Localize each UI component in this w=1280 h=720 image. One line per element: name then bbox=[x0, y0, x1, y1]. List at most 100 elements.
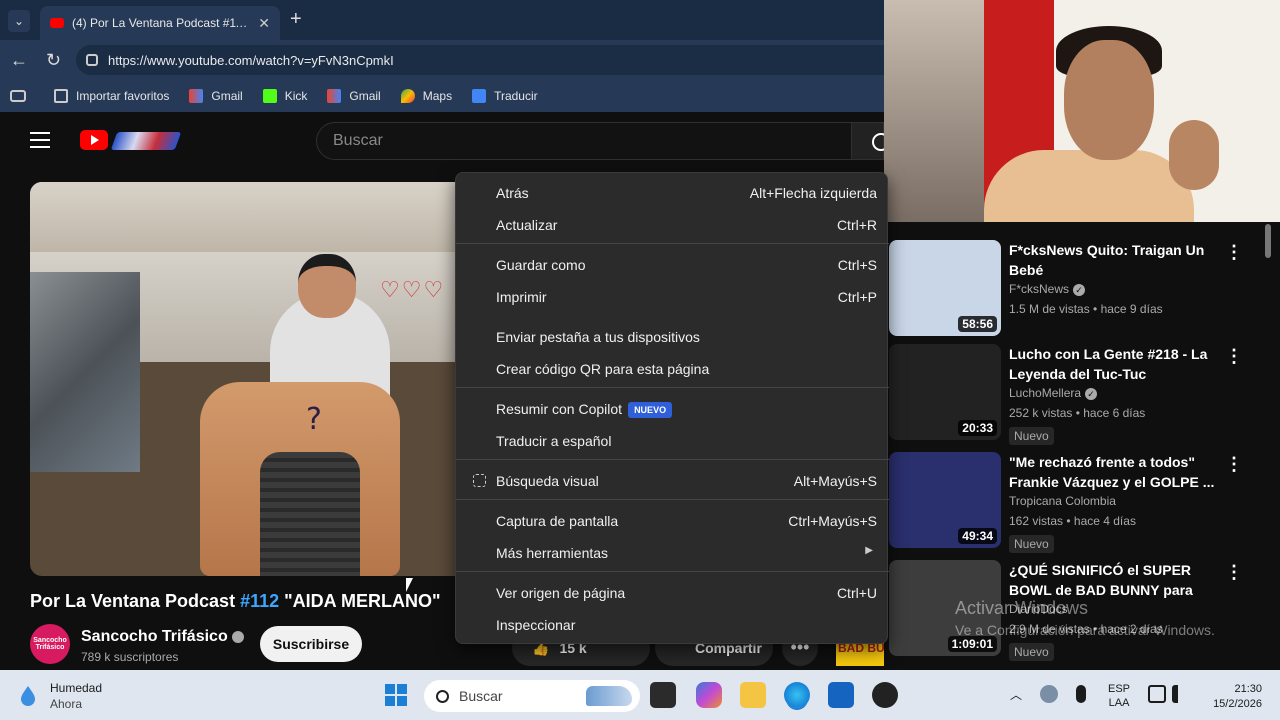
recommendation-item[interactable]: 58:56 F*cksNews Quito: Traigan Un Bebé F… bbox=[889, 240, 1269, 344]
bookmarks-menu-icon[interactable] bbox=[10, 90, 34, 102]
new-badge: NUEVO bbox=[628, 402, 673, 418]
windows-activation-hint: Ve a Configuración para activar Windows. bbox=[955, 622, 1215, 638]
menu-item-reload[interactable]: Actualizar Ctrl+R bbox=[456, 209, 889, 241]
bookmark-translate[interactable]: Traducir bbox=[472, 89, 538, 103]
recommendation-title[interactable]: ¿QUÉ SIGNIFICÓ el SUPER BOWL de BAD BUNN… bbox=[1009, 560, 1219, 600]
recommendation-title[interactable]: F*cksNews Quito: Traigan Un Bebé bbox=[1009, 240, 1219, 280]
taskbar-search-input[interactable]: Buscar bbox=[424, 680, 640, 712]
search-icon[interactable] bbox=[851, 122, 890, 160]
bookmark-import-favorites[interactable]: Importar favoritos bbox=[54, 89, 169, 103]
recommendation-item[interactable]: 20:33 Lucho con La Gente #218 - La Leyen… bbox=[889, 344, 1269, 448]
menu-item-translate[interactable]: Traducir a español bbox=[456, 425, 889, 457]
video-duration: 20:33 bbox=[958, 420, 997, 436]
volume-icon[interactable] bbox=[1172, 685, 1184, 703]
kebab-menu-icon[interactable]: ⋮ bbox=[1225, 346, 1243, 367]
new-badge: Nuevo bbox=[1009, 535, 1054, 553]
menu-item-view-source[interactable]: Ver origen de página Ctrl+U bbox=[456, 577, 889, 609]
youtube-doodle-logo[interactable] bbox=[110, 132, 182, 150]
tab-title: (4) Por La Ventana Podcast #112 "AIDA ME… bbox=[72, 16, 252, 30]
recommendation-item[interactable]: 49:34 "Me rechazó frente a todos" Franki… bbox=[889, 452, 1269, 556]
kebab-menu-icon[interactable]: ⋮ bbox=[1225, 454, 1243, 475]
address-bar-row: ← ↻ https://www.youtube.com/watch?v=yFvN… bbox=[0, 40, 884, 80]
menu-divider bbox=[456, 459, 889, 460]
bookmark-maps[interactable]: Maps bbox=[400, 89, 452, 103]
recommendation-channel[interactable]: F*cksNews ✓ bbox=[1009, 282, 1086, 296]
menu-item-save-as[interactable]: Guardar como Ctrl+S bbox=[456, 249, 889, 281]
file-explorer-icon[interactable] bbox=[740, 682, 766, 708]
menu-divider bbox=[456, 243, 889, 244]
recommendation-meta: 252 k vistas • hace 6 días bbox=[1009, 406, 1146, 420]
video-thumbnail[interactable]: 58:56 bbox=[889, 240, 1001, 336]
url-text: https://www.youtube.com/watch?v=yFvN3nCp… bbox=[108, 52, 394, 68]
menu-item-visual-search[interactable]: Búsqueda visual Alt+Mayús+S bbox=[456, 465, 889, 497]
windows-activation-watermark: Activar Windows bbox=[955, 598, 1089, 618]
channel-subscriber-count: 789 k suscriptores bbox=[81, 650, 179, 664]
bookmark-gmail[interactable]: Gmail bbox=[189, 89, 243, 103]
menu-item-back[interactable]: Atrás Alt+Flecha izquierda bbox=[456, 177, 889, 209]
back-arrow-icon[interactable]: ← bbox=[10, 50, 28, 71]
video-player[interactable]: ? ♡♡♡ bbox=[30, 182, 455, 576]
tab-close-icon[interactable]: ✕ bbox=[258, 15, 270, 32]
bookmark-kick[interactable]: Kick bbox=[262, 89, 307, 103]
youtube-logo-icon[interactable] bbox=[80, 130, 108, 150]
search-icon bbox=[436, 689, 449, 703]
input-language-indicator[interactable]: ESP LAA bbox=[1108, 682, 1130, 710]
webcam-overlay bbox=[884, 0, 1280, 222]
edge-browser-icon[interactable] bbox=[784, 682, 810, 708]
weather-label[interactable]: Humedad bbox=[50, 681, 102, 695]
reload-icon[interactable]: ↻ bbox=[46, 50, 61, 71]
folder-icon bbox=[54, 89, 68, 103]
copilot-icon[interactable] bbox=[696, 682, 722, 708]
recommendation-channel[interactable]: Tropicana Colombia bbox=[1009, 494, 1116, 508]
menu-item-print[interactable]: Imprimir Ctrl+P bbox=[456, 281, 889, 313]
video-thumbnail[interactable]: 20:33 bbox=[889, 344, 1001, 440]
browser-tab-active[interactable]: (4) Por La Ventana Podcast #112 "AIDA ME… bbox=[40, 6, 280, 40]
humidity-drop-icon[interactable] bbox=[16, 684, 40, 708]
task-view-icon[interactable] bbox=[650, 682, 676, 708]
menu-item-copilot-summary[interactable]: Resumir con Copilot NUEVO bbox=[456, 393, 889, 425]
microphone-icon[interactable] bbox=[1076, 685, 1086, 703]
menu-item-screenshot[interactable]: Captura de pantalla Ctrl+Mayús+S bbox=[456, 505, 889, 537]
menu-item-qr-code[interactable]: Crear código QR para esta página bbox=[456, 353, 889, 385]
kebab-menu-icon[interactable]: ⋮ bbox=[1225, 242, 1243, 263]
app-icon-with-notification[interactable] bbox=[872, 682, 898, 708]
menu-item-send-tab[interactable]: Enviar pestaña a tus dispositivos bbox=[456, 321, 889, 353]
windows-start-icon[interactable] bbox=[385, 684, 407, 706]
subscribe-button[interactable]: Suscribirse bbox=[260, 626, 362, 662]
tab-list-chevron-icon[interactable]: ⌄ bbox=[8, 10, 30, 32]
menu-item-inspect[interactable]: Inspeccionar bbox=[456, 609, 889, 641]
video-duration: 1:09:01 bbox=[947, 636, 997, 652]
menu-item-more-tools[interactable]: Más herramientas ▶ bbox=[456, 537, 889, 569]
verified-icon: ✓ bbox=[1073, 283, 1086, 296]
video-duration: 58:56 bbox=[958, 316, 997, 332]
network-status-icon[interactable] bbox=[1040, 685, 1058, 703]
channel-name[interactable]: Sancocho Trifásico bbox=[81, 628, 245, 646]
youtube-favicon-icon bbox=[50, 18, 64, 28]
youtube-search-input[interactable]: Buscar bbox=[316, 122, 856, 160]
bookmarks-bar: Importar favoritos Gmail Kick Gmail Maps… bbox=[0, 80, 884, 112]
url-field[interactable]: https://www.youtube.com/watch?v=yFvN3nCp… bbox=[76, 45, 884, 75]
site-info-icon[interactable] bbox=[86, 54, 98, 66]
menu-divider bbox=[456, 499, 889, 500]
hamburger-menu-icon[interactable] bbox=[30, 132, 50, 148]
recommendation-title[interactable]: "Me rechazó frente a todos" Frankie Vázq… bbox=[1009, 452, 1219, 492]
channel-avatar[interactable]: Sancocho Trifásico bbox=[30, 624, 70, 664]
new-tab-button[interactable]: + bbox=[290, 8, 302, 31]
taskbar-clock[interactable]: 21:30 15/2/2026 bbox=[1200, 682, 1262, 712]
sidebar-scrollbar[interactable] bbox=[1263, 222, 1273, 662]
recommendation-title[interactable]: Lucho con La Gente #218 - La Leyenda del… bbox=[1009, 344, 1219, 384]
browser-tab-bar: ⌄ (4) Por La Ventana Podcast #112 "AIDA … bbox=[0, 0, 884, 40]
verified-icon: ✓ bbox=[1085, 387, 1098, 400]
recommendation-channel[interactable]: LuchoMellera ✓ bbox=[1009, 386, 1098, 400]
menu-divider bbox=[456, 571, 889, 572]
recommendation-meta: 162 vistas • hace 4 días bbox=[1009, 514, 1136, 528]
bookmark-gmail-2[interactable]: Gmail bbox=[327, 89, 381, 103]
video-thumbnail[interactable]: 49:34 bbox=[889, 452, 1001, 548]
hashtag-link[interactable]: #112 bbox=[240, 591, 279, 611]
kebab-menu-icon[interactable]: ⋮ bbox=[1225, 562, 1243, 583]
windows-taskbar: Humedad Ahora Buscar ︿ ESP LAA 21:30 15/2/… bbox=[0, 670, 1280, 720]
display-icon[interactable] bbox=[1148, 685, 1166, 703]
microsoft-store-icon[interactable] bbox=[828, 682, 854, 708]
context-menu: Atrás Alt+Flecha izquierda Actualizar Ctrl… bbox=[455, 172, 889, 644]
tray-overflow-chevron-icon[interactable]: ︿ bbox=[1010, 686, 1022, 703]
